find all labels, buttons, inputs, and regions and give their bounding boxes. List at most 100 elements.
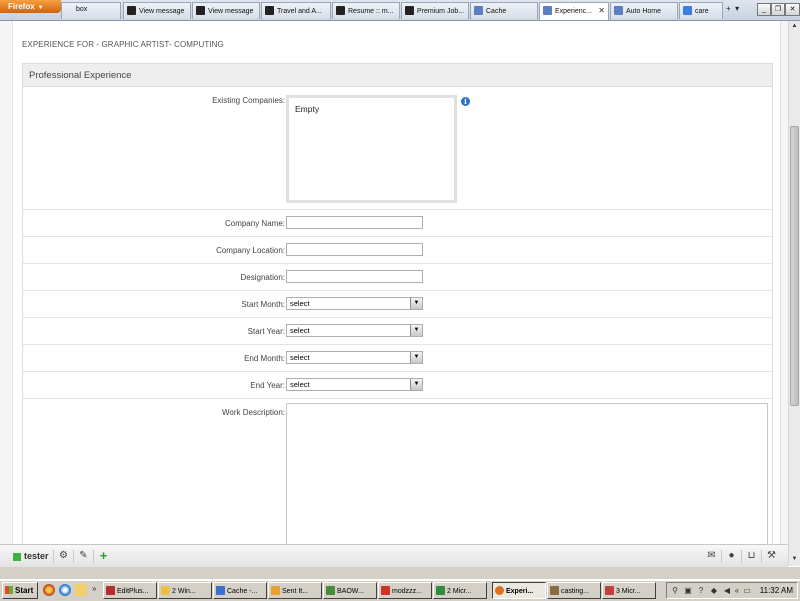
minimize-button[interactable]: _	[757, 3, 771, 16]
firefox-menu-button[interactable]: Firefox ▼	[0, 0, 61, 13]
company-name-input[interactable]	[286, 216, 423, 229]
task-sent-items[interactable]: Sent It...	[268, 582, 322, 599]
tab-label: Auto Home	[626, 8, 662, 15]
user-icon[interactable]: ●	[725, 549, 738, 562]
plus-icon[interactable]: +	[97, 549, 110, 562]
app-icon	[550, 586, 559, 595]
user-name[interactable]: tester	[24, 551, 49, 561]
site-toolbar: tester ⚙ ✎ + ✉ ● ⊔ ⚒	[0, 544, 788, 568]
help-icon[interactable]: ?	[696, 586, 706, 596]
scroll-up-icon[interactable]: ▲	[789, 21, 800, 32]
chrome-icon[interactable]	[43, 584, 55, 596]
professional-experience-section: Professional Experience Existing Compani…	[22, 63, 773, 544]
start-year-select[interactable]: select ▼	[286, 324, 423, 337]
end-year-label: End Year:	[250, 381, 285, 390]
volume-icon[interactable]: ◀	[722, 586, 732, 596]
task-casting[interactable]: casting...	[547, 582, 601, 599]
app-icon	[106, 586, 115, 595]
designation-label: Designation:	[240, 273, 285, 282]
tab-premium-job[interactable]: Premium Job...	[401, 2, 469, 19]
tab-label: View message	[208, 8, 254, 15]
start-year-label: Start Year:	[247, 327, 285, 336]
ie-icon[interactable]	[59, 584, 71, 596]
restore-button[interactable]: ❐	[771, 3, 785, 16]
end-month-select[interactable]: select ▼	[286, 351, 423, 364]
page-icon	[543, 6, 552, 15]
company-location-label: Company Location:	[216, 246, 285, 255]
tab-travel[interactable]: Travel and A...	[261, 2, 331, 19]
edit-icon[interactable]: ✎	[77, 549, 90, 562]
end-month-label: End Month:	[244, 354, 285, 363]
task-editplus[interactable]: EditPlus...	[103, 582, 157, 599]
scroll-down-icon[interactable]: ▼	[789, 554, 800, 565]
tab-auto-home[interactable]: Auto Home	[610, 2, 678, 19]
existing-companies-row: Existing Companies: Empty i	[23, 87, 772, 210]
start-button[interactable]: Start	[2, 582, 38, 599]
task-label: 2 Win...	[172, 588, 196, 595]
task-modzzz[interactable]: modzzz...	[378, 582, 432, 599]
vertical-scrollbar[interactable]: ▲ ▼	[788, 21, 800, 566]
designation-input[interactable]	[286, 270, 423, 283]
end-year-value: select	[290, 380, 310, 389]
dropdown-arrow-icon[interactable]: ▼	[410, 379, 422, 390]
tab-label: Travel and A...	[277, 8, 322, 15]
work-description-textarea[interactable]	[286, 403, 768, 544]
designation-row: Designation:	[23, 264, 772, 291]
antivirus-icon[interactable]: ◆	[709, 586, 719, 596]
task-windows[interactable]: 2 Win...	[158, 582, 212, 599]
tab-inbox[interactable]: box	[61, 2, 121, 19]
toolbar-divider	[741, 550, 742, 563]
tab-scroll-arrows[interactable]: + ▾	[726, 4, 739, 13]
page-viewport: EXPERIENCE FOR - GRAPHIC ARTIST- COMPUTI…	[0, 21, 788, 544]
folder-icon[interactable]	[75, 584, 87, 596]
dropdown-arrow-icon[interactable]: ▼	[410, 325, 422, 336]
start-label: Start	[15, 586, 34, 595]
existing-companies-list[interactable]: Empty	[286, 95, 457, 203]
gear-icon[interactable]: ⚙	[57, 549, 70, 562]
info-icon[interactable]: i	[461, 97, 470, 106]
tray-expand-icon[interactable]: «	[732, 586, 742, 596]
ie-icon	[216, 586, 225, 595]
tab-label: Experienc...	[555, 8, 592, 15]
end-month-value: select	[290, 353, 310, 362]
end-year-select[interactable]: select ▼	[286, 378, 423, 391]
filezilla-icon	[381, 586, 390, 595]
start-month-select[interactable]: select ▼	[286, 297, 423, 310]
task-cache[interactable]: Cache -...	[213, 582, 267, 599]
task-microsoft[interactable]: 3 Micr...	[602, 582, 656, 599]
start-month-row: Start Month: select ▼	[23, 291, 772, 318]
notification-icon[interactable]: ▭	[742, 586, 752, 596]
windows-taskbar: Start » EditPlus... 2 Win... Cache -... …	[0, 579, 800, 601]
horizontal-scroll-area	[0, 567, 800, 579]
task-excel[interactable]: 2 Micr...	[433, 582, 487, 599]
tab-label: Resume :: m...	[348, 8, 394, 15]
dropdown-arrow-icon[interactable]: ▼	[410, 298, 422, 309]
tab-view-message-1[interactable]: View message	[123, 2, 191, 19]
close-tab-icon[interactable]: ✕	[598, 6, 605, 15]
task-label: BAOW...	[337, 588, 364, 595]
network-icon[interactable]: ⚲	[670, 586, 680, 596]
close-window-button[interactable]: ✕	[785, 3, 800, 16]
task-experience-firefox[interactable]: Experi...	[492, 582, 546, 599]
tab-experience[interactable]: Experienc... ✕	[539, 2, 609, 20]
mail-icon[interactable]: ✉	[705, 549, 718, 562]
task-label: 2 Micr...	[447, 588, 472, 595]
tab-cache[interactable]: Cache	[470, 2, 538, 19]
company-location-input[interactable]	[286, 243, 423, 256]
tab-care[interactable]: care	[679, 2, 723, 19]
app-icon	[605, 586, 614, 595]
folder-icon	[161, 586, 170, 595]
cart-icon[interactable]: ⊔	[745, 549, 758, 562]
tab-label: View message	[139, 8, 185, 15]
tab-resume[interactable]: Resume :: m...	[332, 2, 400, 19]
dropdown-arrow-icon[interactable]: ▼	[410, 352, 422, 363]
start-month-label: Start Month:	[241, 300, 285, 309]
wrench-icon[interactable]: ⚒	[765, 549, 778, 562]
scrollbar-thumb[interactable]	[790, 126, 799, 406]
quicklaunch-more-icon[interactable]: »	[92, 584, 96, 593]
task-baow[interactable]: BAOW...	[323, 582, 377, 599]
task-label: EditPlus...	[117, 588, 149, 595]
excel-icon	[436, 586, 445, 595]
monitor-icon[interactable]: ▣	[683, 586, 693, 596]
tab-view-message-2[interactable]: View message	[192, 2, 260, 19]
